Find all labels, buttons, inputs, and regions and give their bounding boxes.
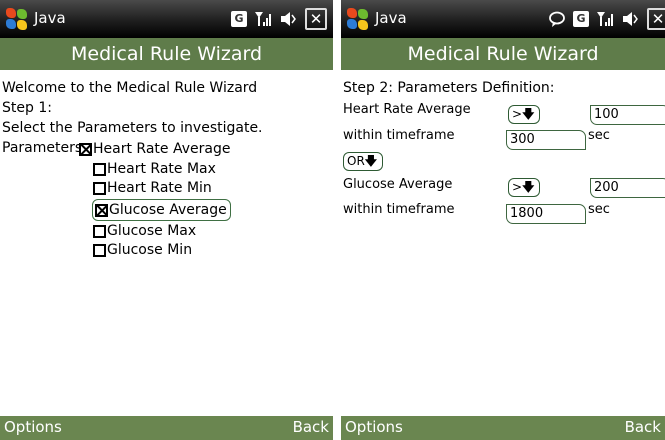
glucose-threshold-input[interactable]: 200 — [590, 178, 665, 198]
step1-content: Welcome to the Medical Rule Wizard Step … — [0, 70, 333, 416]
operator-value: > — [512, 107, 523, 121]
heart-rate-timeframe-label: within timeframe — [343, 128, 455, 143]
close-icon[interactable]: ✕ — [647, 8, 665, 30]
chat-bubble-icon — [547, 9, 567, 29]
softkey-bar: Options Back — [0, 416, 333, 440]
checkbox-unchecked-icon — [93, 162, 106, 176]
dropdown-arrow-icon: 🡇 — [522, 180, 535, 194]
options-softkey[interactable]: Options — [4, 418, 62, 436]
checkbox-glucose-average[interactable]: Glucose Average — [92, 199, 231, 221]
heart-rate-timeframe-input[interactable]: 300 — [506, 130, 586, 150]
dropdown-arrow-icon: 🡇 — [522, 107, 535, 121]
close-icon[interactable]: ✕ — [305, 8, 327, 30]
welcome-text: Welcome to the Medical Rule Wizard — [2, 80, 258, 96]
checkbox-label: Heart Rate Average — [93, 141, 231, 157]
status-bar: Java G ✕ — [341, 0, 665, 38]
logic-operator-select[interactable]: OR🡇 — [343, 152, 383, 171]
glucose-timeframe-label: within timeframe — [343, 202, 455, 217]
logic-value: OR — [347, 154, 365, 168]
page-title: Medical Rule Wizard — [0, 38, 333, 70]
checkbox-heart-rate-average[interactable]: Heart Rate Average — [79, 141, 230, 157]
checkbox-label: Heart Rate Min — [107, 180, 212, 196]
softkey-bar: Options Back — [341, 416, 665, 440]
signal-icon — [595, 9, 615, 29]
volume-icon — [621, 9, 641, 29]
checkbox-unchecked-icon — [93, 224, 106, 238]
instruction-text: Select the Parameters to investigate. — [2, 120, 263, 136]
app-name: Java — [375, 9, 407, 27]
checkbox-unchecked-icon — [93, 181, 106, 195]
checkbox-checked-icon — [95, 203, 108, 217]
checkbox-heart-rate-max[interactable]: Heart Rate Max — [93, 161, 216, 177]
back-softkey[interactable]: Back — [625, 418, 661, 436]
wizard-screen-step1: Java G ✕ Medical Rule Wizard Welcome to … — [0, 0, 333, 440]
page-title: Medical Rule Wizard — [341, 38, 665, 70]
app-name: Java — [34, 9, 66, 27]
glucose-average-label: Glucose Average — [343, 177, 453, 192]
glucose-timeframe-input[interactable]: 1800 — [506, 204, 586, 224]
windows-start-icon[interactable] — [6, 8, 28, 30]
checkbox-label: Glucose Max — [107, 223, 197, 239]
checkbox-checked-icon — [79, 142, 92, 156]
checkbox-label: Glucose Average — [109, 202, 227, 218]
checkbox-glucose-min[interactable]: Glucose Min — [93, 242, 192, 258]
wizard-screen-step2: Java G ✕ Medical Rule Wizard Step 2: Par… — [341, 0, 665, 440]
glucose-unit: sec — [588, 202, 610, 217]
options-softkey[interactable]: Options — [345, 418, 403, 436]
checkbox-label: Heart Rate Max — [107, 161, 216, 177]
gprs-icon: G — [231, 11, 247, 27]
heart-rate-operator-select[interactable]: >🡇 — [508, 105, 540, 124]
status-bar: Java G ✕ — [0, 0, 333, 38]
heart-rate-unit: sec — [588, 128, 610, 143]
checkbox-glucose-max[interactable]: Glucose Max — [93, 223, 196, 239]
operator-value: > — [512, 180, 523, 194]
dropdown-arrow-icon: 🡇 — [364, 154, 378, 168]
gprs-icon: G — [573, 11, 589, 27]
checkbox-unchecked-icon — [93, 243, 106, 257]
step-label: Step 2: Parameters Definition: — [343, 80, 555, 96]
checkbox-label: Glucose Min — [107, 242, 193, 258]
volume-icon — [279, 9, 299, 29]
heart-rate-average-label: Heart Rate Average — [343, 102, 471, 117]
screen-divider — [333, 0, 341, 440]
step-label: Step 1: — [2, 100, 52, 116]
step2-content: Step 2: Parameters Definition: Heart Rat… — [341, 70, 665, 416]
parameters-label: Parameters — [2, 140, 83, 156]
checkbox-heart-rate-min[interactable]: Heart Rate Min — [93, 180, 212, 196]
glucose-operator-select[interactable]: >🡇 — [508, 178, 540, 197]
windows-start-icon[interactable] — [347, 8, 369, 30]
heart-rate-threshold-input[interactable]: 100 — [590, 105, 665, 125]
back-softkey[interactable]: Back — [293, 418, 329, 436]
signal-icon — [253, 9, 273, 29]
